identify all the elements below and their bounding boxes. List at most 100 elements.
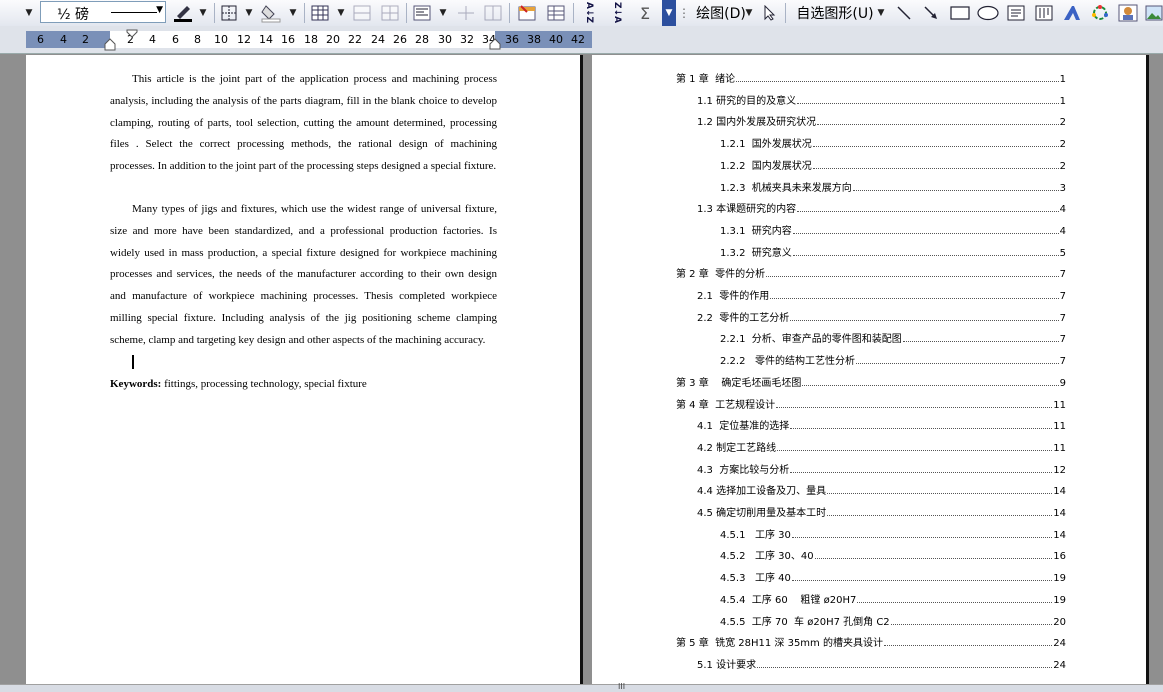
align-dropdown[interactable]: ▼ xyxy=(436,0,450,26)
toc-entry-title: 4.3 方案比较与分析 xyxy=(697,464,790,476)
diagram-button[interactable] xyxy=(1088,0,1112,26)
toc-entry-title: 1.1 研究的目的及意义 xyxy=(697,95,797,107)
insert-picture-button[interactable] xyxy=(1144,0,1163,26)
document-page-toc[interactable]: 第 1 章 绪论 1 1.1 研究的目的及意义 1 1.2 国内外发展及研究状况 2 1.2… xyxy=(592,55,1149,685)
toc-entry[interactable]: 第 3 章 确定毛坯画毛坯图 9 xyxy=(676,369,1066,389)
distribute-rows-button[interactable] xyxy=(454,0,478,26)
right-indent-marker[interactable] xyxy=(489,38,501,50)
toc-entry-page: 2 xyxy=(1059,117,1066,129)
autoshapes-dropdown[interactable]: ▼ xyxy=(876,0,886,26)
toc-entry[interactable]: 1.3 本课题研究的内容 4 xyxy=(697,195,1066,215)
fill-color-dropdown[interactable]: ▼ xyxy=(286,0,300,26)
sort-descending-icon: Z↓A xyxy=(612,2,622,24)
toc-entry[interactable]: 4.1 定位基准的选择 11 xyxy=(697,412,1066,432)
merge-cells-icon xyxy=(353,5,371,21)
toc-entry[interactable]: 第 5 章 铣宽 28H11 深 35mm 的槽夹具设计 24 xyxy=(676,629,1066,649)
toolbar-dropdown-arrow[interactable]: ▼ xyxy=(22,0,36,26)
toc-entry[interactable]: 5.1 设计要求 24 xyxy=(697,651,1066,671)
textbox-icon xyxy=(1007,5,1025,21)
toc-entry[interactable]: 第 4 章 工艺规程设计 11 xyxy=(676,391,1066,411)
toc-entry[interactable]: 1.1 研究的目的及意义 1 xyxy=(697,87,1066,107)
toc-entry[interactable]: 4.5.1 工序 30 14 xyxy=(720,521,1066,541)
clipart-button[interactable] xyxy=(1116,0,1140,26)
toc-entry[interactable]: 1.2 国内外发展及研究状况 2 xyxy=(697,108,1066,128)
toc-leader-dots xyxy=(777,449,1053,451)
ruler-tick: 24 xyxy=(371,33,385,46)
insert-table-button[interactable] xyxy=(308,0,332,26)
toc-leader-dots xyxy=(797,210,1059,213)
toc-entry[interactable]: 4.5.4 工序 60 粗镗 ø20H7 19 xyxy=(720,586,1066,606)
toolbar-grip[interactable]: ⋮ xyxy=(678,0,690,26)
toc-entry[interactable]: 4.5.5 工序 70 车 ø20H7 孔倒角 C2 20 xyxy=(720,608,1066,628)
toc-leader-dots xyxy=(827,514,1053,516)
ruler-tick: 16 xyxy=(281,33,295,46)
draw-menu-button[interactable]: 绘图(D) xyxy=(690,0,752,26)
toc-entry[interactable]: 2.2.1 分析、审查产品的零件图和装配图 7 xyxy=(720,325,1066,345)
oval-tool-button[interactable] xyxy=(976,0,1000,26)
split-cells-button[interactable] xyxy=(378,0,402,26)
autoshapes-menu-button[interactable]: 自选图形(U) xyxy=(792,0,878,26)
toc-leader-dots xyxy=(736,80,1059,82)
toc-entry[interactable]: 1.3.2 研究意义 5 xyxy=(720,239,1066,259)
sort-descending-button[interactable]: Z↓A xyxy=(604,0,630,26)
toc-leader-dots xyxy=(802,384,1059,386)
ruler-tick: 14 xyxy=(259,33,273,46)
toc-entry[interactable]: 1.2.3 机械夹具未来发展方向 3 xyxy=(720,174,1066,194)
toc-entry[interactable]: 2.1 零件的作用 7 xyxy=(697,282,1066,302)
distribute-columns-button[interactable] xyxy=(481,0,505,26)
table-autoformat-button[interactable] xyxy=(514,0,540,26)
toc-entry[interactable]: 4.3 方案比较与分析 12 xyxy=(697,456,1066,476)
autosum-button[interactable]: Σ xyxy=(632,0,658,26)
toc-leader-dots xyxy=(902,340,1059,343)
textbox-tool-button[interactable] xyxy=(1004,0,1028,26)
toc-entry[interactable]: 2.2 零件的工艺分析 7 xyxy=(697,304,1066,324)
toc-entry-page: 11 xyxy=(1053,442,1066,454)
toc-entry[interactable]: 1.2.2 国内发展状况 2 xyxy=(720,152,1066,172)
line-color-dropdown[interactable]: ▼ xyxy=(196,0,210,26)
select-objects-button[interactable] xyxy=(760,0,780,26)
borders-button[interactable] xyxy=(218,0,240,26)
toc-entry[interactable]: 1.3.1 研究内容 4 xyxy=(720,217,1066,237)
wordart-button[interactable] xyxy=(1060,0,1084,26)
line-weight-select[interactable]: ½ 磅 ▼ xyxy=(40,1,166,23)
toc-leader-dots xyxy=(790,427,1053,430)
abstract-paragraph-2: Many types of jigs and fixtures, which u… xyxy=(110,203,497,346)
toc-entry[interactable]: 4.5 确定切削用量及基本工时 14 xyxy=(697,499,1066,519)
fill-color-button[interactable] xyxy=(258,0,284,26)
toc-entry[interactable]: 4.5.3 工序 40 19 xyxy=(720,564,1066,584)
merge-cells-button[interactable] xyxy=(350,0,374,26)
toc-entry[interactable]: 第 1 章 绪论 1 xyxy=(676,65,1066,85)
distribute-rows-icon xyxy=(458,6,474,20)
borders-dropdown[interactable]: ▼ xyxy=(242,0,256,26)
toc-entry[interactable]: 4.5.2 工序 30、40 16 xyxy=(720,542,1066,562)
first-line-indent-marker[interactable] xyxy=(126,29,138,39)
vertical-textbox-button[interactable] xyxy=(1032,0,1056,26)
toc-entry[interactable]: 4.2 制定工艺路线 11 xyxy=(697,434,1066,454)
ruler-tick: 20 xyxy=(326,33,340,46)
toc-entry[interactable]: 第 2 章 零件的分析 7 xyxy=(676,260,1066,280)
sort-table-button[interactable] xyxy=(543,0,569,26)
paint-bucket-icon xyxy=(261,5,281,23)
toc-entry[interactable]: 1.2.1 国外发展状况 2 xyxy=(720,130,1066,150)
align-button[interactable] xyxy=(410,0,434,26)
ruler-tick: 10 xyxy=(214,33,228,46)
arrow-tool-button[interactable] xyxy=(920,0,942,26)
line-tool-button[interactable] xyxy=(893,0,915,26)
rectangle-tool-button[interactable] xyxy=(948,0,972,26)
sort-ascending-button[interactable]: A↓Z xyxy=(576,0,602,26)
toc-entry[interactable]: 4.4 选择加工设备及刀、量具 14 xyxy=(697,477,1066,497)
table-dropdown[interactable]: ▼ xyxy=(334,0,348,26)
toc-entry-page: 11 xyxy=(1053,421,1066,433)
document-page-abstract[interactable]: This article is the joint part of the ap… xyxy=(26,55,583,685)
toc-entry-title: 第 1 章 绪论 xyxy=(676,74,736,85)
toc-entry-page: 7 xyxy=(1059,269,1066,281)
toc-entry[interactable]: 2.2.2 零件的结构工艺性分析 7 xyxy=(720,347,1066,367)
horizontal-ruler[interactable]: 6 4 2 2 4 6 8 10 12 14 16 18 20 22 24 26… xyxy=(0,26,1163,54)
chevron-down-icon: ▼ xyxy=(665,8,673,18)
line-color-button[interactable] xyxy=(170,0,196,26)
draw-menu-dropdown[interactable]: ▼ xyxy=(744,0,754,26)
toolbar-options-button[interactable]: ▼ xyxy=(662,0,676,26)
toc-entry-title: 1.3 本课题研究的内容 xyxy=(697,204,797,216)
left-indent-marker[interactable] xyxy=(104,38,116,52)
ruler-tick: 42 xyxy=(571,33,585,46)
